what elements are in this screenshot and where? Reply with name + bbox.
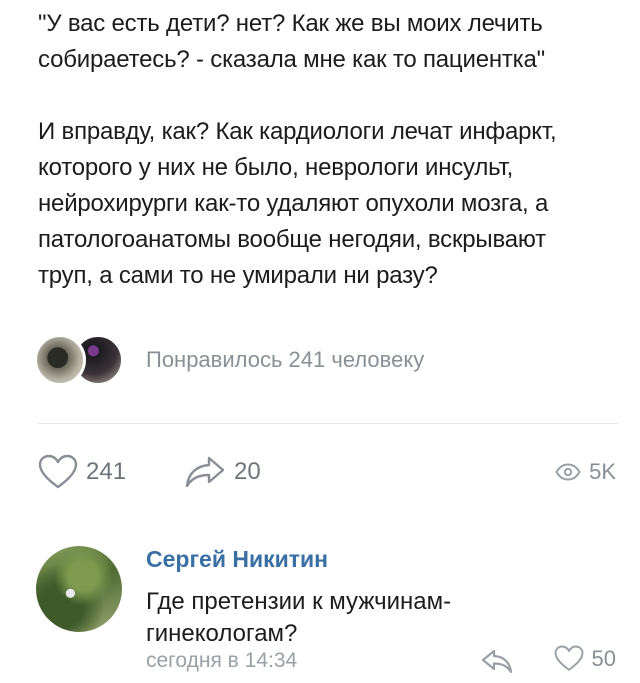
share-count: 20: [234, 458, 261, 485]
post-line: нейрохирурги как-то удаляют опухоли мозг…: [38, 190, 549, 217]
comment-line: Где претензии к мужчинам-: [146, 588, 452, 615]
share-button[interactable]: 20: [184, 448, 261, 496]
avatar[interactable]: [36, 546, 122, 632]
post-paragraph-gap: [38, 78, 618, 114]
post-actions-bar: 241 20 5K: [38, 448, 616, 496]
like-count: 241: [86, 458, 127, 485]
liker-avatar[interactable]: [34, 334, 86, 386]
post-text: "У вас есть дети? нет? Как же вы моих ле…: [38, 6, 618, 294]
comment-author[interactable]: Сергей Никитин: [146, 546, 328, 573]
post-line: И вправду, как? Как кардиологи лечат инф…: [38, 118, 557, 145]
comment-timestamp: сегодня в 14:34: [146, 649, 298, 672]
post-line: собираетесь? - сказала мне как то пациен…: [38, 46, 545, 73]
reply-arrow-icon: [481, 649, 513, 674]
post-line: "У вас есть дети? нет? Как же вы моих ле…: [38, 10, 543, 37]
post-line: патологоанатомы вообще негодяи, вскрываю…: [38, 226, 546, 253]
post-line: которого у них не было, неврологи инсуль…: [38, 154, 514, 181]
heart-outline-icon: [554, 645, 583, 671]
like-button[interactable]: 241: [38, 448, 126, 496]
views-count: 5K: [589, 459, 616, 484]
post-line: труп, а сами то не умирали ни разу?: [38, 262, 438, 289]
comment-line: гинекологам?: [146, 620, 298, 647]
views-counter: 5K: [555, 448, 616, 496]
share-arrow-icon: [185, 456, 225, 488]
comment-like-button[interactable]: 50: [554, 645, 616, 672]
comment-text: Где претензии к мужчинам- гинекологам?: [146, 586, 506, 650]
eye-icon: [555, 463, 581, 481]
liked-by-row[interactable]: Понравилось 241 человеку: [34, 332, 424, 388]
divider: [38, 423, 618, 424]
comment-like-count: 50: [591, 645, 616, 671]
heart-outline-icon: [38, 454, 78, 489]
liked-by-text[interactable]: Понравилось 241 человеку: [146, 347, 424, 373]
reply-button[interactable]: [480, 648, 514, 679]
